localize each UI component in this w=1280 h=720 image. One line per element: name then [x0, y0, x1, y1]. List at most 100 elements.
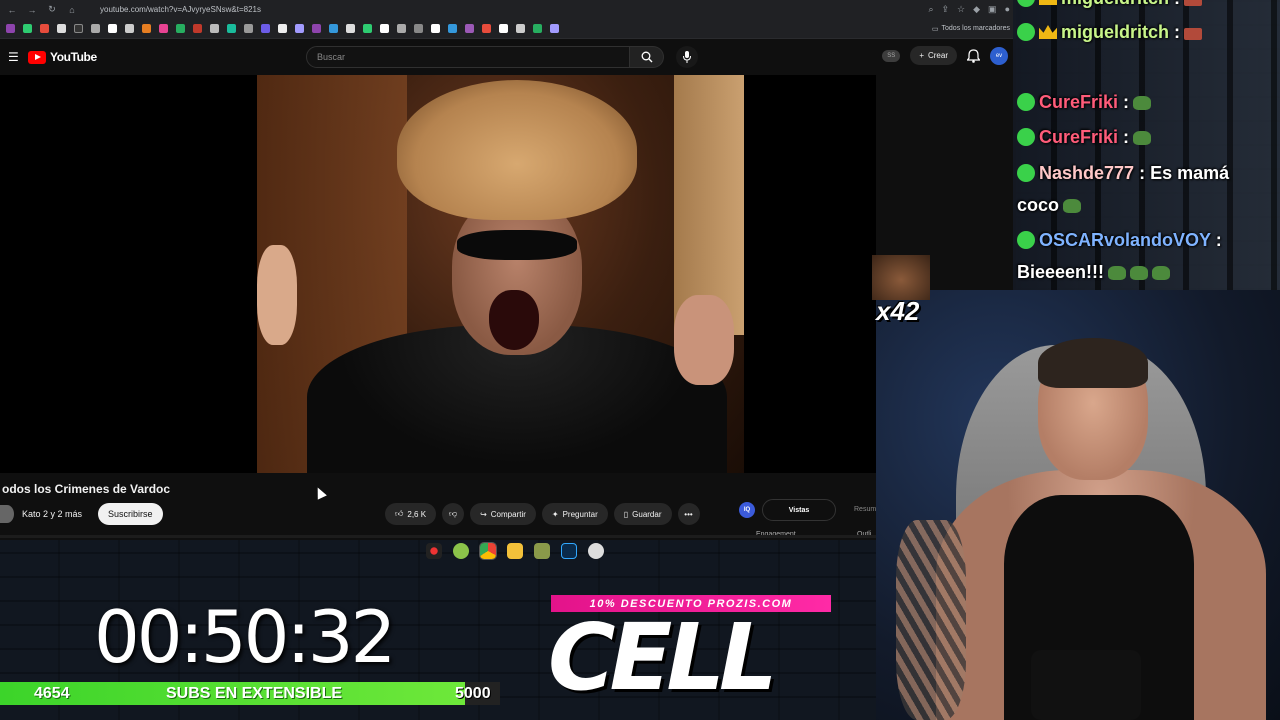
reload-icon[interactable]: ↻ — [46, 4, 58, 15]
emote-image — [872, 255, 930, 300]
subscribe-button[interactable]: Suscribirse — [98, 503, 163, 525]
zoom-icon[interactable]: ⌕ — [928, 4, 933, 15]
back-icon[interactable]: ← — [6, 5, 18, 15]
bookmark-icon[interactable] — [6, 24, 15, 33]
app-icon[interactable] — [453, 543, 469, 559]
bookmark-icon[interactable] — [125, 24, 134, 33]
crown-badge-icon — [1039, 25, 1057, 39]
ss-badge[interactable]: SS — [882, 49, 901, 62]
chrome-icon[interactable] — [479, 542, 497, 560]
bookmark-icon[interactable] — [278, 24, 287, 33]
bookmark-icon[interactable] — [57, 24, 66, 33]
tab-summary[interactable]: Resum — [854, 506, 876, 513]
profile-icon[interactable]: ● — [1005, 4, 1010, 15]
search-input[interactable] — [306, 46, 630, 68]
bookmark-icon[interactable] — [448, 24, 457, 33]
plus-icon: + — [919, 51, 924, 60]
bookmark-icon[interactable] — [363, 24, 372, 33]
bookmark-icon[interactable] — [380, 24, 389, 33]
thumbs-up-icon: 👍︎ — [395, 509, 404, 518]
chat-username: migueldritch — [1061, 22, 1170, 42]
create-label: Crear — [927, 51, 948, 60]
bookmark-icon[interactable] — [414, 24, 423, 33]
emote-icon — [1152, 266, 1171, 280]
bookmark-icon[interactable] — [431, 24, 440, 33]
chat-message: migueldritch : — [1017, 22, 1203, 43]
user-badge-icon — [1017, 0, 1035, 7]
app-icon[interactable] — [588, 543, 604, 559]
tab-views[interactable]: Vistas — [762, 499, 836, 521]
bookmark-icon[interactable] — [91, 24, 100, 33]
bookmark-icon[interactable] — [227, 24, 236, 33]
chat-text: : — [1174, 0, 1180, 8]
bookmark-icon[interactable] — [533, 24, 542, 33]
extensions-puzzle-icon[interactable]: ▣ — [988, 4, 997, 15]
ask-button[interactable]: ✦ Preguntar — [541, 503, 608, 525]
share-arrow-icon: ↪ — [480, 509, 487, 519]
share-button[interactable]: ↪ Compartir — [470, 503, 536, 525]
microphone-icon — [1031, 650, 1141, 720]
app-icon[interactable] — [534, 543, 550, 559]
bookmark-icon[interactable] — [499, 24, 508, 33]
url-text[interactable]: youtube.com/watch?v=AJvyryeSNsw&t=821s — [100, 5, 920, 14]
bookmark-icon[interactable] — [482, 24, 491, 33]
iq-extension-icon[interactable]: IQ — [739, 502, 755, 518]
user-badge-icon — [1017, 93, 1035, 111]
obs-icon[interactable] — [426, 543, 442, 559]
address-bar: ← → ↻ ⌂ youtube.com/watch?v=AJvyryeSNsw&… — [0, 0, 1016, 19]
bookmark-icon[interactable] — [465, 24, 474, 33]
divider — [0, 535, 876, 538]
extension-icon[interactable]: ◆ — [973, 4, 980, 15]
user-badge-icon — [1017, 23, 1035, 41]
user-badge-icon — [1017, 231, 1035, 249]
bookmark-icon[interactable] — [329, 24, 338, 33]
subs-goal: 5000 — [455, 685, 491, 702]
bookmark-icon[interactable] — [516, 24, 525, 33]
bookmark-icon[interactable] — [142, 24, 151, 33]
share-page-icon[interactable]: ⇪ — [942, 4, 950, 15]
chat-text: Bieeeen!!! — [1017, 262, 1105, 282]
bookmark-icon[interactable] — [295, 24, 304, 33]
youtube-play-icon — [28, 50, 46, 64]
bookmark-icon[interactable] — [346, 24, 355, 33]
bookmark-icon[interactable] — [74, 24, 83, 33]
more-actions-button[interactable]: ••• — [677, 503, 700, 525]
bookmark-icon[interactable] — [397, 24, 406, 33]
chat-text: : — [1215, 230, 1222, 250]
create-button[interactable]: + Crear — [910, 46, 957, 65]
voice-search-button[interactable] — [676, 46, 698, 68]
hamburger-menu-icon[interactable]: ☰ — [8, 50, 22, 64]
folder-icon[interactable] — [507, 543, 523, 559]
bookmarks-folder[interactable]: ▭ Todos los marcadores — [932, 25, 1010, 33]
notifications-bell-icon[interactable] — [967, 48, 980, 63]
bookmark-icon[interactable] — [244, 24, 253, 33]
bookmark-icon[interactable] — [40, 24, 49, 33]
channel-name[interactable]: Kato 2 y 2 más — [22, 509, 82, 519]
save-button[interactable]: ▯ Guardar — [613, 503, 672, 525]
video-player[interactable] — [0, 75, 876, 473]
forward-icon[interactable]: → — [26, 5, 38, 15]
bookmark-star-icon[interactable]: ☆ — [957, 4, 965, 15]
chat-message-continued: coco — [1017, 195, 1082, 216]
bookmark-icon[interactable] — [550, 24, 559, 33]
bookmark-icon[interactable] — [210, 24, 219, 33]
bookmark-icon[interactable] — [159, 24, 168, 33]
bookmark-icon[interactable] — [23, 24, 32, 33]
bookmark-icon[interactable] — [193, 24, 202, 33]
bookmark-icon[interactable] — [108, 24, 117, 33]
account-avatar[interactable]: ev — [990, 46, 1008, 65]
like-button[interactable]: 👍︎ 2,6 K — [385, 503, 437, 525]
chat-username: OSCARvolandoVOY — [1039, 230, 1211, 250]
bookmark-icon[interactable] — [176, 24, 185, 33]
search-button[interactable] — [630, 46, 664, 68]
home-icon[interactable]: ⌂ — [66, 5, 78, 15]
bookmark-icon[interactable] — [312, 24, 321, 33]
chat-username: migueldritch — [1061, 0, 1169, 8]
bookmark-icon[interactable] — [261, 24, 270, 33]
chat-message: OSCARvolandoVOY : — [1017, 230, 1222, 251]
youtube-logo[interactable]: YouTube — [28, 50, 97, 64]
photoshop-icon[interactable] — [561, 543, 577, 559]
dislike-button[interactable]: 👎︎ — [442, 503, 465, 525]
chat-text: : — [1123, 127, 1130, 147]
channel-avatar[interactable] — [0, 505, 14, 523]
